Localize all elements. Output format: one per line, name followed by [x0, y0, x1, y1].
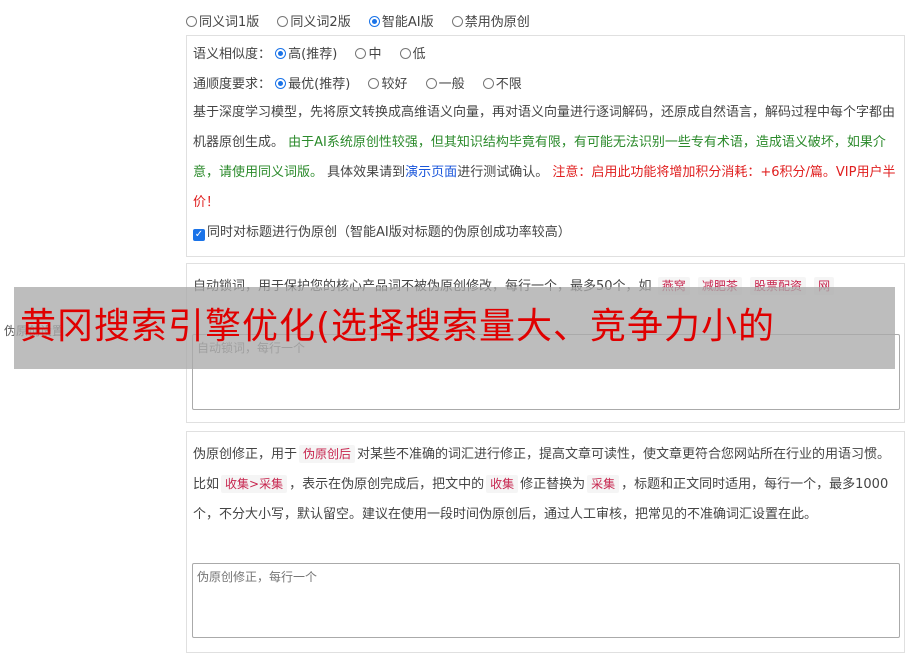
checkbox-checked-icon[interactable]: ✓: [193, 229, 205, 241]
title-option-label: 同时对标题进行伪原创（智能AI版对标题的伪原创成功率较高）: [207, 225, 571, 240]
fluency-option-any[interactable]: 不限: [482, 77, 522, 92]
similarity-option-low[interactable]: 低: [399, 47, 426, 62]
mode-radio-group: 同义词1版 同义词2版 智能AI版 禁用伪原创: [186, 11, 544, 30]
code-tag: 采集: [587, 475, 620, 493]
similarity-option-mid[interactable]: 中: [355, 47, 381, 62]
mode-option-synonym-1[interactable]: 同义词1版: [186, 15, 259, 30]
radio-icon[interactable]: [425, 78, 437, 89]
similarity-label: 语义相似度：: [193, 47, 272, 62]
banner-text: 黄冈搜索引擎优化(选择搜索量大、竞争力小的: [20, 306, 776, 347]
radio-icon[interactable]: [482, 78, 494, 89]
title-option-row[interactable]: ✓ 同时对标题进行伪原创（智能AI版对标题的伪原创成功率较高）: [193, 220, 898, 246]
mode-option-synonym-2[interactable]: 同义词2版: [277, 15, 351, 30]
fluency-option-best[interactable]: 最优(推荐): [275, 77, 350, 92]
overlay-banner: 黄冈搜索引擎优化(选择搜索量大、竞争力小的: [14, 287, 895, 369]
similarity-option-high[interactable]: 高(推荐): [275, 47, 337, 62]
radio-icon[interactable]: [451, 16, 463, 27]
fluency-row: 通顺度要求： 最优(推荐) 较好 一般 不限: [193, 72, 898, 98]
fix-input[interactable]: [192, 563, 900, 638]
radio-icon[interactable]: [355, 48, 367, 59]
radio-selected-icon[interactable]: [275, 48, 287, 59]
radio-icon[interactable]: [399, 48, 411, 59]
code-tag: 收集>采集: [221, 475, 288, 493]
fluency-option-normal[interactable]: 一般: [425, 77, 465, 92]
radio-selected-icon[interactable]: [368, 16, 380, 27]
radio-icon[interactable]: [277, 16, 289, 27]
ai-description: 基于深度学习模型，先将原文转换成高维语义向量，再对语义向量进行逐词解码，还原成自…: [193, 105, 896, 210]
fix-description: 伪原创修正，用于 伪原创后 对某些不准确的词汇进行修正，提高文章可读性，使文章更符合…: [193, 445, 891, 522]
mode-option-ai[interactable]: 智能AI版: [368, 15, 434, 30]
ai-settings-panel: 语义相似度： 高(推荐) 中 低 通顺度要求： 最优(推荐) 较好 一般 不限 …: [186, 35, 905, 257]
radio-icon[interactable]: [186, 16, 197, 27]
fluency-option-good[interactable]: 较好: [368, 77, 407, 92]
radio-selected-icon[interactable]: [275, 78, 287, 89]
demo-page-link[interactable]: 演示页面: [405, 165, 457, 180]
code-tag: 伪原创后: [299, 445, 356, 463]
radio-icon[interactable]: [368, 78, 380, 89]
similarity-row: 语义相似度： 高(推荐) 中 低: [193, 42, 898, 68]
mode-option-disable[interactable]: 禁用伪原创: [451, 15, 530, 30]
code-tag: 收集: [486, 475, 519, 493]
fluency-label: 通顺度要求：: [193, 77, 272, 92]
